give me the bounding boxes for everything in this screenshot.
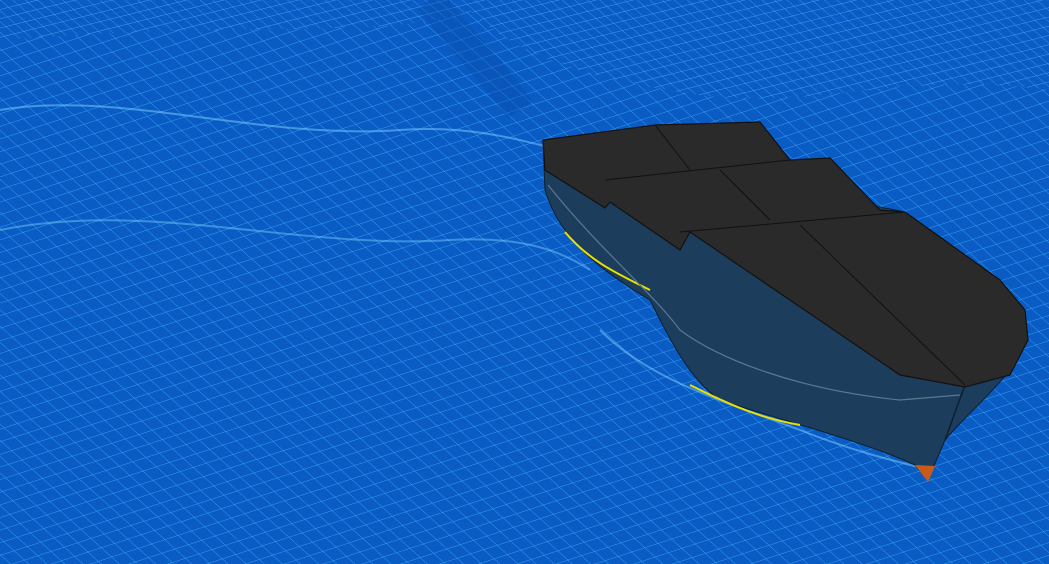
simulation-viewport[interactable] [0, 0, 1049, 564]
